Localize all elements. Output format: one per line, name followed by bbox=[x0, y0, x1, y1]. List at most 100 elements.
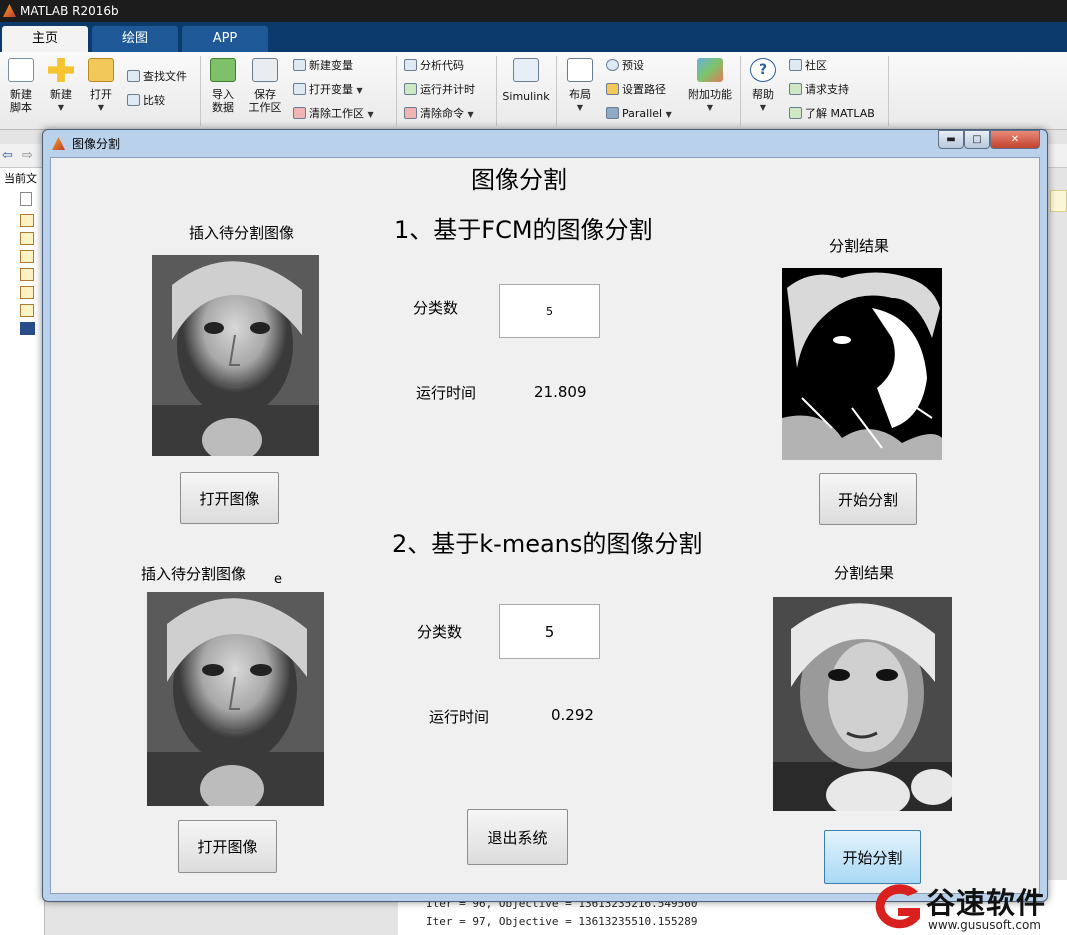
import-data-button[interactable]: 导入 数据 bbox=[206, 58, 240, 114]
tab-home[interactable]: 主页 bbox=[2, 26, 88, 52]
new-button[interactable]: 新建 ▼ bbox=[46, 58, 76, 114]
set-path-button[interactable]: 设置路径 bbox=[606, 83, 666, 97]
set-path-icon bbox=[606, 83, 619, 95]
ribbon-separator bbox=[888, 56, 889, 126]
fcm-result-image bbox=[782, 268, 942, 460]
folder-icon bbox=[88, 58, 114, 82]
find-files-button[interactable]: 查找文件 bbox=[127, 70, 187, 84]
close-button[interactable]: ✕ bbox=[990, 130, 1040, 149]
addons-button[interactable]: 附加功能 ▼ bbox=[686, 58, 734, 114]
help-button[interactable]: ? 帮助 ▼ bbox=[748, 58, 778, 114]
kmeans-open-image-button[interactable]: 打开图像 bbox=[178, 820, 277, 873]
kmeans-result-label: 分割结果 bbox=[834, 564, 895, 582]
fcm-runtime-label: 运行时间 bbox=[416, 384, 477, 402]
maximize-button[interactable]: □ bbox=[964, 130, 990, 149]
addons-icon bbox=[697, 58, 723, 82]
clear-workspace-button[interactable]: 清除工作区 ▼ bbox=[293, 107, 374, 122]
learn-matlab-button[interactable]: 了解 MATLAB bbox=[789, 107, 875, 121]
fcm-input-image bbox=[152, 255, 319, 456]
kmeans-runtime-label: 运行时间 bbox=[429, 708, 490, 726]
matlab-title-bar: MATLAB R2016b bbox=[0, 0, 1067, 22]
file-icon[interactable] bbox=[20, 304, 34, 317]
gear-icon bbox=[606, 59, 619, 71]
kmeans-class-count-label: 分类数 bbox=[417, 623, 463, 641]
chevron-down-icon: ▼ bbox=[759, 103, 767, 112]
simulink-button[interactable]: Simulink bbox=[500, 58, 552, 103]
open-button[interactable]: 打开 ▼ bbox=[86, 58, 116, 114]
bmp-file-icon[interactable] bbox=[20, 322, 35, 335]
clear-commands-button[interactable]: 清除命令 ▼ bbox=[404, 107, 474, 122]
kmeans-section-heading: 2、基于k-means的图像分割 bbox=[392, 530, 703, 558]
watermark: 谷速软件 www.gususoft.com bbox=[868, 878, 1067, 935]
kmeans-class-count-input[interactable]: 5 bbox=[499, 604, 600, 659]
gusu-logo-icon bbox=[875, 884, 920, 929]
community-button[interactable]: 社区 bbox=[789, 59, 827, 73]
ribbon-separator bbox=[396, 56, 397, 126]
exit-system-button[interactable]: 退出系统 bbox=[467, 809, 568, 865]
tab-apps[interactable]: APP bbox=[182, 26, 268, 52]
ribbon-separator bbox=[496, 56, 497, 126]
kmeans-runtime-value: 0.292 bbox=[551, 706, 594, 724]
side-panel-strip bbox=[1050, 190, 1067, 212]
chevron-down-icon: ▼ bbox=[665, 110, 672, 119]
file-icon[interactable] bbox=[20, 192, 32, 206]
fcm-start-segmentation-button[interactable]: 开始分割 bbox=[819, 473, 917, 525]
fcm-open-image-button[interactable]: 打开图像 bbox=[180, 472, 279, 524]
tab-plots[interactable]: 绘图 bbox=[92, 26, 178, 52]
current-folder-label: 当前文 bbox=[4, 172, 37, 185]
minimize-button[interactable]: ▬ bbox=[938, 130, 964, 149]
compare-icon bbox=[127, 94, 140, 106]
fcm-section-heading: 1、基于FCM的图像分割 bbox=[394, 216, 653, 244]
clear-workspace-icon bbox=[293, 107, 306, 119]
new-script-button[interactable]: 新建 脚本 bbox=[4, 58, 38, 114]
find-files-icon bbox=[127, 70, 140, 82]
compare-button[interactable]: 比较 bbox=[127, 94, 165, 108]
layout-icon bbox=[567, 58, 593, 82]
page-title: 图像分割 bbox=[471, 166, 567, 194]
analyze-code-icon bbox=[404, 59, 417, 71]
fcm-result-label: 分割结果 bbox=[829, 237, 890, 255]
parallel-button[interactable]: Parallel ▼ bbox=[606, 107, 672, 122]
file-icon[interactable] bbox=[20, 268, 34, 281]
kmeans-start-segmentation-button[interactable]: 开始分割 bbox=[824, 830, 921, 884]
open-variable-button[interactable]: 打开变量 ▼ bbox=[293, 83, 363, 98]
kmeans-result-image bbox=[773, 597, 952, 811]
save-workspace-button[interactable]: 保存 工作区 bbox=[246, 58, 284, 114]
kmeans-input-image-label: 插入待分割图像 bbox=[141, 565, 247, 583]
back-arrow-icon[interactable]: ⇦ bbox=[2, 148, 13, 163]
learn-matlab-icon bbox=[789, 107, 802, 119]
chevron-down-icon: ▼ bbox=[467, 110, 474, 119]
chevron-down-icon: ▼ bbox=[97, 103, 105, 112]
file-icon[interactable] bbox=[20, 232, 34, 245]
kmeans-input-image bbox=[147, 592, 324, 806]
new-variable-button[interactable]: 新建变量 bbox=[293, 59, 353, 73]
new-variable-icon bbox=[293, 59, 306, 71]
run-and-time-button[interactable]: 运行并计时 bbox=[404, 83, 475, 97]
fcm-class-count-label: 分类数 bbox=[413, 299, 459, 317]
save-icon bbox=[252, 58, 278, 82]
new-script-icon bbox=[8, 58, 34, 82]
parallel-icon bbox=[606, 107, 619, 119]
fcm-class-count-input[interactable]: 5 bbox=[499, 284, 600, 338]
overlapping-label-fragment: e bbox=[274, 572, 282, 587]
watermark-url: www.gususoft.com bbox=[928, 918, 1041, 932]
request-support-button[interactable]: 请求支持 bbox=[789, 83, 849, 97]
chevron-down-icon: ▼ bbox=[367, 110, 374, 119]
fcm-runtime-value: 21.809 bbox=[534, 383, 587, 401]
chevron-down-icon: ▼ bbox=[57, 103, 65, 112]
file-icon[interactable] bbox=[20, 214, 34, 227]
ribbon-separator bbox=[556, 56, 557, 126]
clear-commands-icon bbox=[404, 107, 417, 119]
file-icon[interactable] bbox=[20, 286, 34, 299]
command-line: Iter = 97, Objective = 13613235510.15528… bbox=[426, 915, 698, 928]
forward-arrow-icon[interactable]: ⇨ bbox=[22, 148, 33, 163]
file-icon[interactable] bbox=[20, 250, 34, 263]
fcm-input-image-label: 插入待分割图像 bbox=[189, 224, 295, 242]
help-icon: ? bbox=[750, 58, 776, 82]
figure-window-title: 图像分割 bbox=[72, 137, 121, 151]
preferences-button[interactable]: 预设 bbox=[606, 59, 644, 73]
open-variable-icon bbox=[293, 83, 306, 95]
layout-button[interactable]: 布局 ▼ bbox=[564, 58, 596, 114]
analyze-code-button[interactable]: 分析代码 bbox=[404, 59, 464, 73]
ribbon-separator bbox=[200, 56, 201, 126]
